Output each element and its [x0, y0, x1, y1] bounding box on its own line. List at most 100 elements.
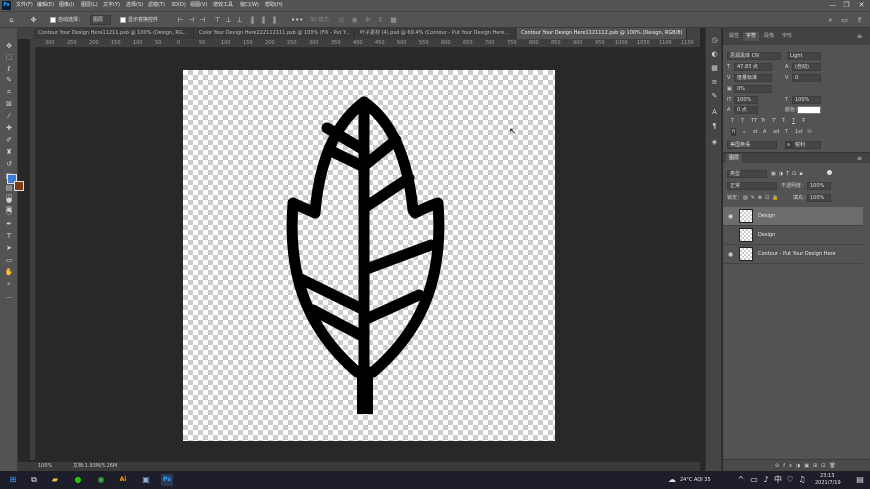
- align-right-icon[interactable]: ⊣: [198, 16, 207, 25]
- menu-help[interactable]: 帮助(H): [265, 1, 283, 10]
- menu-layer[interactable]: 图层(L): [81, 1, 98, 10]
- leading-input[interactable]: (自动): [792, 63, 821, 71]
- brush-settings-panel-icon[interactable]: ✎: [710, 92, 719, 101]
- healing-tool-icon[interactable]: ✚: [4, 124, 14, 133]
- layer-name[interactable]: Contour - Put Your Design Here: [758, 250, 836, 259]
- 3d-orbit-icon[interactable]: ◎: [337, 16, 346, 25]
- layer-filter-icons[interactable]: ▣◑T⊡▪: [771, 170, 806, 178]
- align-bottom-icon[interactable]: ⊥: [235, 16, 244, 25]
- vertical-scale-input[interactable]: 100%: [734, 96, 758, 104]
- quick-mask-icon[interactable]: ◫: [4, 193, 14, 202]
- show-transform-checkbox[interactable]: [120, 17, 126, 23]
- layer-name[interactable]: Design: [758, 212, 775, 221]
- all-caps-button[interactable]: TT: [751, 117, 757, 125]
- superscript-button[interactable]: T': [772, 117, 776, 125]
- brush-tool-icon[interactable]: ✐: [4, 136, 14, 145]
- weather-text[interactable]: 24°C AQI 35: [680, 477, 711, 483]
- maximize-button[interactable]: ❐: [840, 0, 853, 11]
- contextual-alternates-button[interactable]: ℴ: [743, 128, 745, 136]
- tab-paragraph[interactable]: 段落: [761, 32, 777, 41]
- move-tool-icon[interactable]: ✥: [29, 16, 38, 25]
- clone-stamp-tool-icon[interactable]: ♜: [4, 148, 14, 157]
- clock-date[interactable]: 2021/7/19: [815, 480, 841, 486]
- clock-time[interactable]: 23:13: [820, 473, 834, 479]
- zoom-tool-icon[interactable]: ⌕: [4, 280, 14, 289]
- menu-view[interactable]: 视图(V): [190, 1, 207, 10]
- distribute-icon[interactable]: ‖: [270, 16, 279, 25]
- font-family-select[interactable]: 思源黑体 CN: [727, 52, 781, 60]
- titling-alternates-button[interactable]: T: [785, 128, 788, 136]
- volume-icon[interactable]: ♪: [760, 474, 772, 486]
- 3d-slide-icon[interactable]: ⇕: [376, 16, 385, 25]
- character-panel-icon[interactable]: A: [710, 108, 719, 117]
- distribute-icon[interactable]: ‖: [259, 16, 268, 25]
- font-style-select[interactable]: Light: [787, 52, 821, 60]
- move-tool-icon[interactable]: ✥: [4, 42, 14, 51]
- kerning-input[interactable]: 度量标准: [734, 74, 772, 82]
- home-icon[interactable]: ⌂: [7, 16, 16, 25]
- auto-select-dropdown[interactable]: 图层: [90, 15, 111, 25]
- tracking-input[interactable]: 0: [792, 74, 821, 82]
- strikethrough-button[interactable]: Ŧ: [802, 117, 805, 125]
- photoshop-taskbar-icon[interactable]: Ps: [161, 474, 173, 486]
- tray-icon[interactable]: ♫: [796, 474, 808, 486]
- vertical-ruler[interactable]: [30, 48, 36, 460]
- tab-layers[interactable]: 图层: [726, 154, 743, 163]
- layer-filter-select[interactable]: 类型: [727, 170, 767, 178]
- tray-icon[interactable]: ♡: [784, 474, 796, 486]
- subscript-button[interactable]: T,: [782, 117, 787, 125]
- ime-icon[interactable]: 中: [772, 474, 784, 486]
- tab-document-active[interactable]: Contour Your Design Here1121112.psb @ 10…: [517, 28, 687, 39]
- baseline-input[interactable]: 0 点: [734, 106, 758, 114]
- task-view-icon[interactable]: ⧉: [28, 474, 40, 486]
- document-size[interactable]: 文档:1.93M/5.26M: [73, 463, 117, 470]
- more-tools-icon[interactable]: …: [4, 292, 14, 301]
- horizontal-ruler[interactable]: 300 250 200 150 100 50 0 50 100 150 200 …: [36, 39, 700, 48]
- zoom-level[interactable]: 100%: [38, 463, 52, 470]
- illustrator-icon[interactable]: Ai: [117, 474, 129, 486]
- menu-image[interactable]: 图像(I): [59, 1, 74, 10]
- network-icon[interactable]: ▭: [748, 474, 760, 486]
- document-canvas[interactable]: [183, 70, 555, 441]
- faux-bold-button[interactable]: T: [731, 117, 734, 125]
- color-panel-icon[interactable]: ◐: [710, 50, 719, 59]
- more-options-icon[interactable]: •••: [291, 16, 303, 25]
- horizontal-scale-input[interactable]: 100%: [792, 96, 821, 104]
- align-left-icon[interactable]: ⊢: [176, 16, 185, 25]
- align-top-icon[interactable]: ⊤: [213, 16, 222, 25]
- pen-tool-icon[interactable]: ✒: [4, 220, 14, 229]
- visibility-eye-icon[interactable]: ◉: [727, 251, 734, 258]
- blend-mode-select[interactable]: 正常: [727, 182, 777, 190]
- minimize-button[interactable]: —: [826, 0, 839, 11]
- tab-document[interactable]: 叶子素材 (4).psd @ 69.4% (Contour - Put Your…: [356, 28, 516, 39]
- crop-tool-icon[interactable]: ⌗: [4, 88, 14, 97]
- layer-row[interactable]: ◉ Design: [723, 207, 863, 226]
- 3d-roll-icon[interactable]: ◉: [350, 16, 359, 25]
- tab-document[interactable]: Color Your Design Here222112111.psb @ 10…: [195, 28, 355, 39]
- fractions-button[interactable]: ½: [807, 128, 812, 136]
- menu-type[interactable]: 文字(Y): [103, 1, 120, 10]
- align-middle-icon[interactable]: ⊥: [224, 16, 233, 25]
- quick-select-tool-icon[interactable]: ✎: [4, 76, 14, 85]
- panel-menu-icon[interactable]: ≡: [857, 32, 862, 41]
- auto-select-checkbox[interactable]: [50, 17, 56, 23]
- menu-filter[interactable]: 滤镜(T): [148, 1, 165, 10]
- tab-document[interactable]: Contour Your Design Here11211.psb @ 100%…: [34, 28, 194, 39]
- rectangle-tool-icon[interactable]: ▭: [4, 256, 14, 265]
- lock-icons[interactable]: ▨✎✥⊡🔒: [743, 194, 782, 202]
- close-button[interactable]: ✕: [855, 0, 868, 11]
- layer-footer-icons[interactable]: ⊖fx◑▣⊞⊡🗑: [775, 462, 840, 470]
- swash-button[interactable]: A: [763, 128, 766, 136]
- faux-italic-button[interactable]: T: [741, 117, 744, 125]
- eyedropper-tool-icon[interactable]: ⁄: [4, 112, 14, 121]
- layer-row[interactable]: Design: [723, 226, 863, 245]
- anti-alias-select[interactable]: 锐利: [792, 141, 821, 149]
- screen-mode-icon[interactable]: ▣: [4, 205, 14, 214]
- discretionary-ligatures-button[interactable]: st: [753, 128, 758, 136]
- underline-button[interactable]: T: [792, 117, 795, 125]
- app-icon[interactable]: ▣: [140, 474, 152, 486]
- workspace-icon[interactable]: ▭: [840, 16, 849, 25]
- filter-toggle-icon[interactable]: [827, 170, 832, 175]
- text-color-swatch[interactable]: [797, 106, 821, 114]
- 3d-pan-icon[interactable]: ✣: [363, 16, 372, 25]
